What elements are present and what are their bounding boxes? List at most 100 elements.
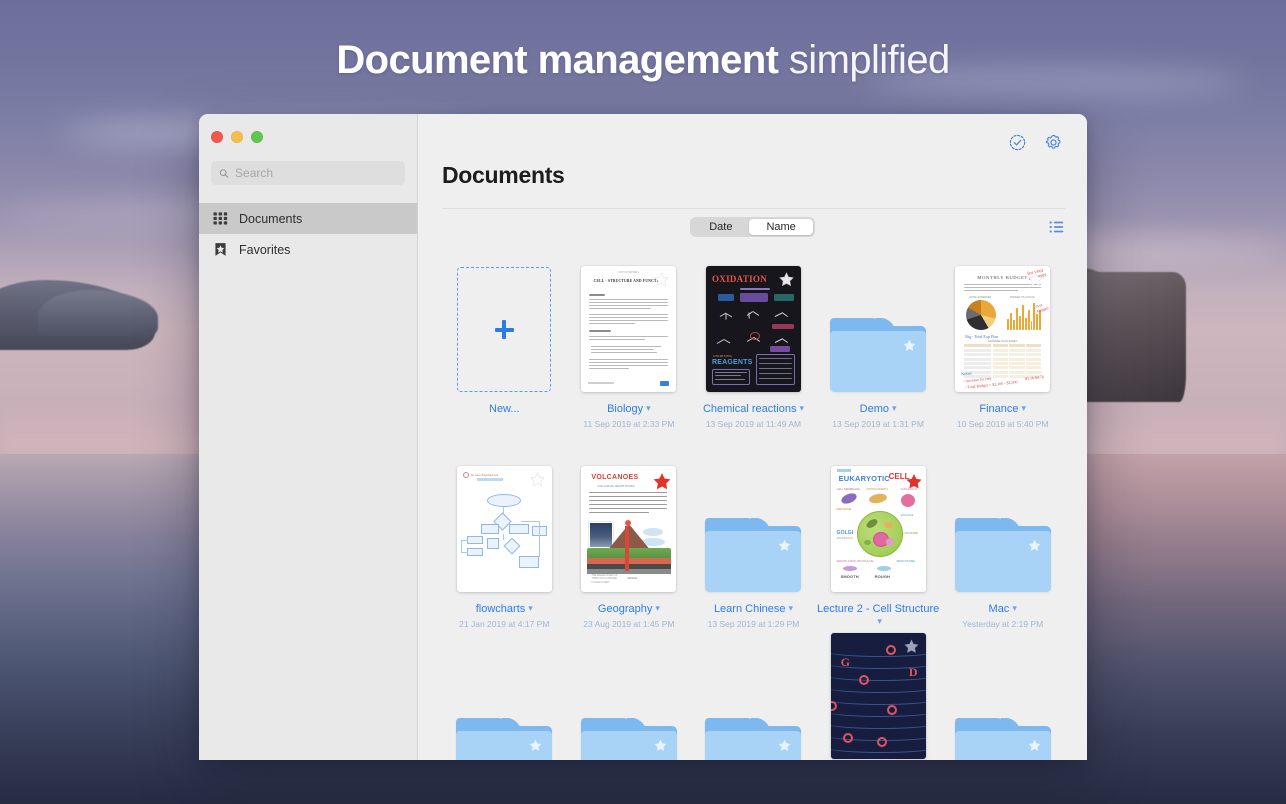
document-thumbnail-oxidation-dark-notes[interactable]: OXIDATION (706, 266, 801, 392)
grid-item[interactable]: UNIT 8 CHAPTER 1 CELL - STRUCTURE AND FU… (567, 254, 692, 454)
item-name-text: Learn Chinese (714, 603, 786, 615)
chevron-down-icon[interactable]: ▾ (1021, 402, 1026, 415)
item-name[interactable]: Biology▾ (583, 403, 674, 416)
flow-node-process (467, 536, 483, 544)
sidebar-item-documents[interactable]: Documents (199, 203, 417, 234)
chevron-down-icon[interactable]: ▾ (789, 602, 794, 615)
thumbnail: MONTHLY BUDGET for yourexpenses TOTAL EX… (955, 264, 1050, 392)
diagram-label: NUCLEOLUS (901, 488, 918, 491)
item-name[interactable]: New... (489, 403, 520, 416)
sort-segmented-control[interactable]: Date Name (690, 217, 815, 237)
star-badge-icon (1027, 738, 1042, 753)
content-area: Documents Date Name (418, 114, 1087, 760)
chevron-down-icon[interactable]: ▾ (646, 402, 651, 415)
flow-node-start (487, 494, 521, 507)
item-name[interactable]: Chemical reactions▾ (703, 403, 804, 416)
grid-item[interactable]: An easy flowchart tool (442, 454, 567, 654)
page-title: Documents (418, 162, 1087, 189)
grid-item[interactable]: OXIDATION (691, 254, 816, 454)
item-name-text: flowcharts (476, 603, 526, 615)
settings-button[interactable] (1043, 132, 1063, 152)
grid-item[interactable] (940, 654, 1065, 760)
folder-thumbnail[interactable] (456, 718, 552, 760)
plus-icon (495, 320, 514, 339)
minimize-button[interactable] (231, 131, 243, 143)
search-box[interactable] (211, 161, 405, 185)
folder-thumbnail[interactable] (830, 318, 926, 392)
diagram-label: PEROXISOME (897, 560, 915, 563)
chevron-down-icon[interactable]: ▾ (1012, 602, 1017, 615)
sort-option-date[interactable]: Date (692, 219, 749, 235)
zoom-button[interactable] (251, 131, 263, 143)
grid-item[interactable]: MONTHLY BUDGET for yourexpenses TOTAL EX… (940, 254, 1065, 454)
chevron-down-icon[interactable]: ▾ (528, 602, 533, 615)
sidebar-item-favorites[interactable]: Favorites (199, 234, 417, 265)
folder-thumbnail[interactable] (705, 518, 801, 592)
headline-light: simplified (789, 38, 950, 82)
document-thumbnail-navy-god-cover[interactable]: G D (831, 633, 926, 759)
thumb-footnote: THE MAGMA RISES UPTHROUGH A CHANNELCALLE… (591, 574, 617, 584)
folder-thumbnail[interactable] (955, 518, 1051, 592)
item-name[interactable]: Learn Chinese▾ (708, 603, 800, 616)
grid-item[interactable]: Learn Chinese▾ 13 Sep 2019 at 1:29 PM (691, 454, 816, 654)
cover-letter: D (909, 665, 918, 680)
volcano-cone (607, 524, 651, 551)
title-divider (442, 208, 1065, 209)
handwritten-annotation: $5.1k $4.7k (1025, 374, 1044, 381)
document-thumbnail-flowchart-diagram[interactable]: An easy flowchart tool (457, 466, 552, 592)
grid-item[interactable] (442, 654, 567, 760)
thumb-sub-heading: VOLCANIC ERUPTIONS (597, 484, 634, 488)
thumbnail (457, 264, 551, 392)
label-area: Demo▾ 13 Sep 2019 at 1:31 PM (832, 392, 924, 430)
new-document-tile[interactable] (457, 267, 551, 392)
item-date: 23 Aug 2019 at 1:45 PM (583, 619, 674, 630)
sidebar: Documents Favorites (199, 114, 418, 760)
search-input[interactable] (235, 166, 397, 180)
document-thumbnail-monthly-budget[interactable]: MONTHLY BUDGET for yourexpenses TOTAL EX… (955, 266, 1050, 392)
bookmark-star-icon (213, 242, 228, 257)
folder-thumbnail[interactable] (705, 718, 801, 760)
grid-icon (213, 211, 228, 226)
chevron-down-icon[interactable]: ▾ (655, 602, 660, 615)
sidebar-item-label: Favorites (239, 243, 290, 257)
chevron-down-icon[interactable]: ▾ (877, 615, 882, 628)
select-items-button[interactable] (1007, 132, 1027, 152)
chevron-down-icon[interactable]: ▾ (800, 402, 805, 415)
flow-node-process (509, 524, 529, 534)
thumbnail: UNIT 8 CHAPTER 1 CELL - STRUCTURE AND FU… (581, 264, 676, 392)
grid-item[interactable]: VOLCANOES VOLCANIC ERUPTIONS (567, 454, 692, 654)
item-name[interactable]: Lecture 2 - Cell Structure▾ (816, 603, 941, 629)
grid-item-new[interactable]: New... (442, 254, 567, 454)
grid-item[interactable]: G D (816, 654, 941, 760)
diagram-label: LYSOSOME (903, 532, 918, 535)
grid-item[interactable]: EUKARYOTIC CELL CELL MEMBRANE MITOCHONDR… (816, 454, 941, 654)
red-star-icon (652, 472, 672, 492)
item-name[interactable]: Mac▾ (962, 603, 1043, 616)
list-view-button[interactable] (1048, 218, 1066, 236)
folder-thumbnail[interactable] (581, 718, 677, 760)
handwritten-note: Big - Total Exp Plan (965, 334, 998, 339)
item-name[interactable]: flowcharts▾ (459, 603, 549, 616)
thumb-footer-accent (660, 381, 669, 386)
thumbnail: EUKARYOTIC CELL CELL MEMBRANE MITOCHONDR… (831, 464, 926, 592)
grid-item[interactable] (567, 654, 692, 760)
sort-option-name[interactable]: Name (749, 219, 812, 235)
document-thumbnail-biology-paper[interactable]: UNIT 8 CHAPTER 1 CELL - STRUCTURE AND FU… (581, 266, 676, 392)
grid-item[interactable]: Mac▾ Yesterday at 2:19 PM (940, 454, 1065, 654)
folder-thumbnail[interactable] (955, 718, 1051, 760)
close-button[interactable] (211, 131, 223, 143)
document-thumbnail-eukaryotic-cell[interactable]: EUKARYOTIC CELL CELL MEMBRANE MITOCHONDR… (831, 466, 926, 592)
label-area: Finance▾ 10 Sep 2019 at 5:40 PM (957, 392, 1049, 430)
item-name[interactable]: Demo▾ (832, 403, 924, 416)
sidebar-nav: Documents Favorites (199, 203, 417, 265)
thumb-sub-heading-1: OXIDISING (713, 354, 732, 358)
grid-item[interactable]: Demo▾ 13 Sep 2019 at 1:31 PM (816, 254, 941, 454)
item-date: 11 Sep 2019 at 2:33 PM (583, 419, 674, 430)
item-name[interactable]: Finance▾ (957, 403, 1049, 416)
document-thumbnail-volcanoes-worksheet[interactable]: VOLCANOES VOLCANIC ERUPTIONS (581, 466, 676, 592)
star-badge-icon (529, 471, 546, 488)
grid-item[interactable] (691, 654, 816, 760)
star-badge-icon (777, 738, 792, 753)
chevron-down-icon[interactable]: ▾ (892, 402, 897, 415)
item-name[interactable]: Geography▾ (583, 603, 674, 616)
